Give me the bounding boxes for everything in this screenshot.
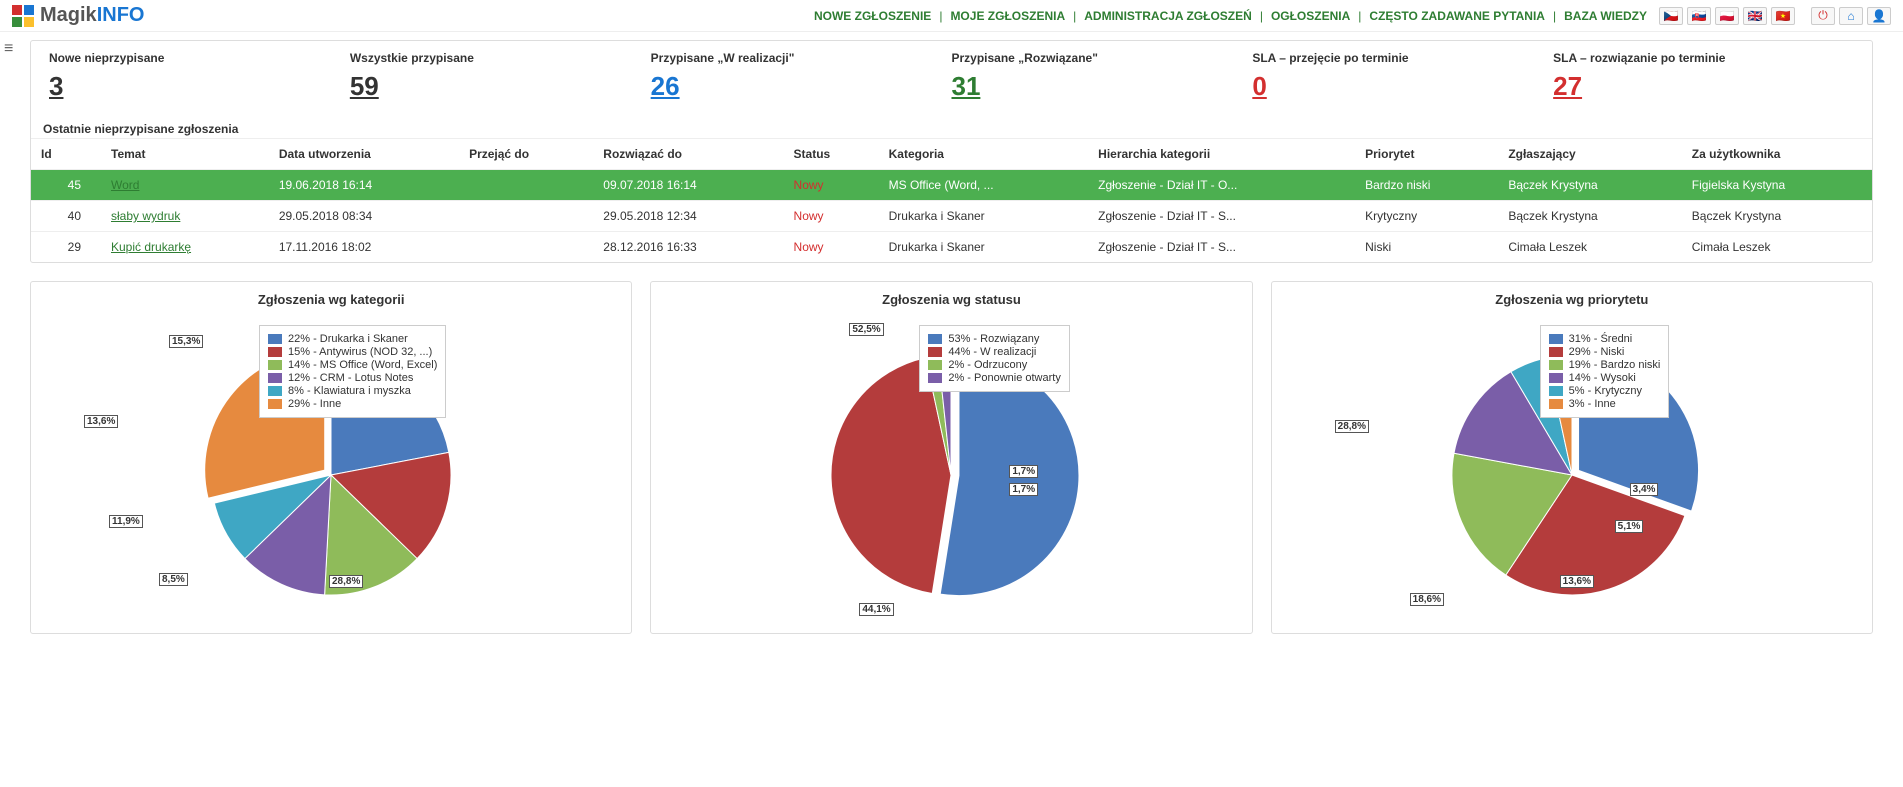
- kpi-value: 59: [350, 71, 651, 102]
- table-header: Za użytkownika: [1682, 139, 1872, 170]
- logo-text-2: INFO: [97, 4, 145, 26]
- power-icon[interactable]: ⏻: [1811, 7, 1835, 25]
- kpi[interactable]: Przypisane „Rozwiązane" 31: [951, 51, 1252, 102]
- table-header: Hierarchia kategorii: [1088, 139, 1355, 170]
- logo-icon: [12, 5, 34, 27]
- table-row[interactable]: 29 Kupić drukarkę 17.11.2016 18:02 28.12…: [31, 232, 1872, 263]
- user-icon[interactable]: 👤: [1867, 7, 1891, 25]
- chart-callout: 1,7%: [1009, 483, 1038, 496]
- table-header: Temat: [101, 139, 269, 170]
- flag-pl-icon[interactable]: 🇵🇱: [1715, 7, 1739, 25]
- kpi-label: Wszystkie przypisane: [350, 51, 651, 65]
- nav-link[interactable]: ADMINISTRACJA ZGŁOSZEŃ: [1084, 9, 1252, 23]
- kpi-value: 27: [1553, 71, 1854, 102]
- kpi-label: Przypisane „Rozwiązane": [951, 51, 1252, 65]
- ticket-link[interactable]: słaby wydruk: [111, 209, 180, 223]
- table-header: Rozwiązać do: [593, 139, 783, 170]
- chart-callout: 15,3%: [169, 335, 203, 348]
- kpi-value: 31: [951, 71, 1252, 102]
- flag-vn-icon[interactable]: 🇻🇳: [1771, 7, 1795, 25]
- home-icon[interactable]: ⌂: [1839, 7, 1863, 25]
- table-title: Ostatnie nieprzypisane zgłoszenia: [31, 116, 1872, 138]
- nav-link[interactable]: MOJE ZGŁOSZENIA: [950, 9, 1065, 23]
- flag-sk-icon[interactable]: 🇸🇰: [1687, 7, 1711, 25]
- top-nav: NOWE ZGŁOSZENIE|MOJE ZGŁOSZENIA|ADMINIST…: [814, 9, 1647, 23]
- chart-callout: 3,4%: [1630, 483, 1659, 496]
- table-header: Id: [31, 139, 101, 170]
- tickets-table: IdTematData utworzeniaPrzejąć doRozwiąza…: [31, 138, 1872, 262]
- nav-link[interactable]: CZĘSTO ZADAWANE PYTANIA: [1369, 9, 1545, 23]
- kpi-value: 3: [49, 71, 350, 102]
- ticket-link[interactable]: Kupić drukarkę: [111, 240, 191, 254]
- kpi-label: Przypisane „W realizacji": [651, 51, 952, 65]
- kpi-value: 0: [1252, 71, 1553, 102]
- chart-callout: 28,8%: [329, 575, 363, 588]
- flag-cz-icon[interactable]: 🇨🇿: [1659, 7, 1683, 25]
- table-header: Status: [784, 139, 879, 170]
- table-row[interactable]: 45 Word 19.06.2018 16:14 09.07.2018 16:1…: [31, 170, 1872, 201]
- chart-callout: 13,6%: [1560, 575, 1594, 588]
- nav-link[interactable]: NOWE ZGŁOSZENIE: [814, 9, 931, 23]
- chart-legend: 53% - Rozwiązany44% - W realizacji2% - O…: [919, 325, 1070, 392]
- table-header: Przejąć do: [459, 139, 593, 170]
- chart-callout: 1,7%: [1009, 465, 1038, 478]
- top-icons: 🇨🇿 🇸🇰 🇵🇱 🇬🇧 🇻🇳 ⏻ ⌂ 👤: [1659, 7, 1891, 25]
- menu-toggle-icon[interactable]: ≡: [4, 40, 13, 58]
- nav-link[interactable]: OGŁOSZENIA: [1271, 9, 1350, 23]
- chart-callout: 8,5%: [159, 573, 188, 586]
- kpi[interactable]: Przypisane „W realizacji" 26: [651, 51, 952, 102]
- flag-en-icon[interactable]: 🇬🇧: [1743, 7, 1767, 25]
- kpi-label: SLA – przejęcie po terminie: [1252, 51, 1553, 65]
- logo: MagikINFO: [12, 4, 144, 27]
- kpi[interactable]: SLA – przejęcie po terminie 0: [1252, 51, 1553, 102]
- kpi-panel: Nowe nieprzypisane 3Wszystkie przypisane 5…: [30, 40, 1873, 263]
- chart-title: Zgłoszenia wg kategorii: [39, 292, 623, 307]
- chart-callout: 28,8%: [1335, 420, 1369, 433]
- topbar: MagikINFO NOWE ZGŁOSZENIE|MOJE ZGŁOSZENI…: [0, 0, 1903, 32]
- table-header: Data utworzenia: [269, 139, 459, 170]
- table-header: Kategoria: [879, 139, 1089, 170]
- kpi[interactable]: Wszystkie przypisane 59: [350, 51, 651, 102]
- chart-panel: Zgłoszenia wg priorytetu 31% - Średni29%…: [1271, 281, 1873, 634]
- chart-callout: 18,6%: [1410, 593, 1444, 606]
- chart-callout: 5,1%: [1615, 520, 1644, 533]
- chart-title: Zgłoszenia wg statusu: [659, 292, 1243, 307]
- table-header: Priorytet: [1355, 139, 1498, 170]
- chart-panel: Zgłoszenia wg kategorii 22% - Drukarka i…: [30, 281, 632, 634]
- chart-callout: 52,5%: [849, 323, 883, 336]
- chart-legend: 22% - Drukarka i Skaner15% - Antywirus (…: [259, 325, 446, 418]
- kpi[interactable]: Nowe nieprzypisane 3: [49, 51, 350, 102]
- chart-callout: 11,9%: [109, 515, 143, 528]
- kpi-value: 26: [651, 71, 952, 102]
- table-header: Zgłaszający: [1498, 139, 1681, 170]
- kpi[interactable]: SLA – rozwiązanie po terminie 27: [1553, 51, 1854, 102]
- chart-legend: 31% - Średni29% - Niski19% - Bardzo nisk…: [1540, 325, 1670, 418]
- kpi-label: SLA – rozwiązanie po terminie: [1553, 51, 1854, 65]
- chart-callout: 44,1%: [859, 603, 893, 616]
- kpi-label: Nowe nieprzypisane: [49, 51, 350, 65]
- ticket-link[interactable]: Word: [111, 178, 139, 192]
- chart-callout: 13,6%: [84, 415, 118, 428]
- table-row[interactable]: 40 słaby wydruk 29.05.2018 08:34 29.05.2…: [31, 201, 1872, 232]
- chart-title: Zgłoszenia wg priorytetu: [1280, 292, 1864, 307]
- logo-text-1: Magik: [40, 4, 97, 26]
- nav-link[interactable]: BAZA WIEDZY: [1564, 9, 1647, 23]
- chart-panel: Zgłoszenia wg statusu 53% - Rozwiązany44…: [650, 281, 1252, 634]
